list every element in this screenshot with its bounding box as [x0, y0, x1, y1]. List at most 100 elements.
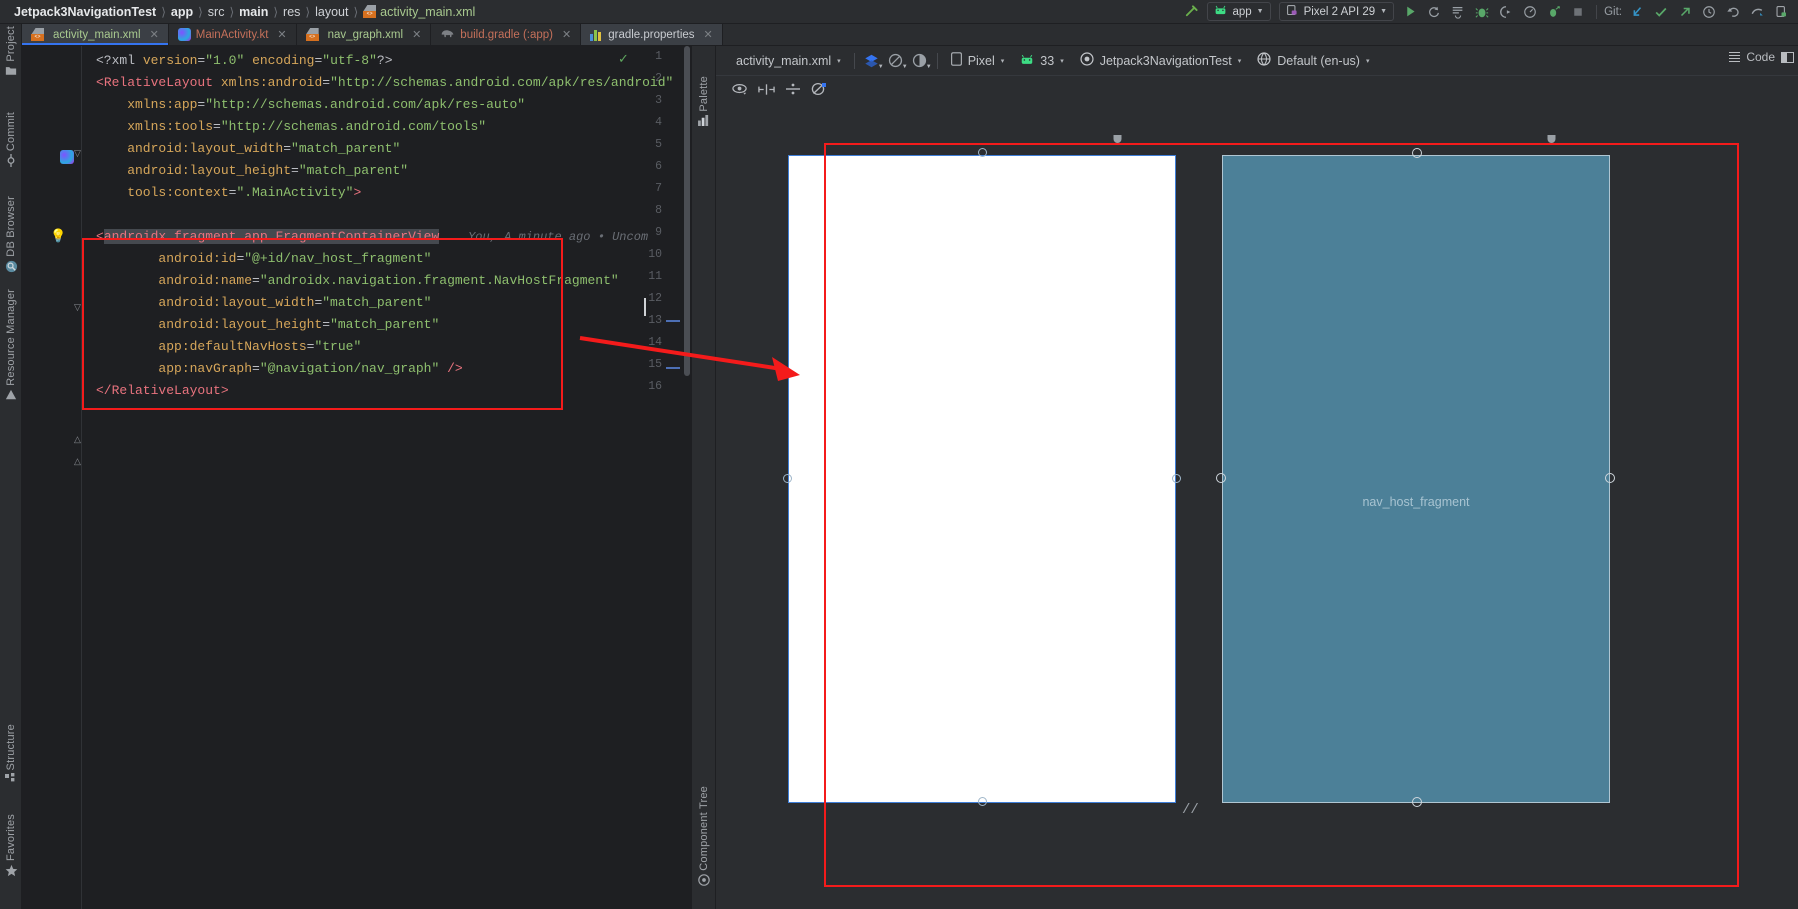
theme-selector[interactable]: Jetpack3NavigationTest ▾ [1072, 50, 1250, 72]
code-line[interactable]: android:id="@+id/nav_host_fragment" [96, 248, 431, 270]
code-line[interactable]: app:navGraph="@navigation/nav_graph" /> [96, 358, 462, 380]
code-line[interactable]: <?xml version="1.0" encoding="utf-8"?> [96, 50, 393, 72]
breadcrumb-item-app[interactable]: app [167, 5, 197, 19]
resize-handle-bottom[interactable] [1412, 797, 1422, 807]
tab-activity-main-xml[interactable]: activity_main.xml ✕ [22, 24, 169, 45]
code-text-area[interactable]: <?xml version="1.0" encoding="utf-8"?> <R… [50, 46, 692, 909]
code-line[interactable]: android:layout_height="match_parent" [96, 314, 439, 336]
rerun-icon[interactable] [1423, 2, 1445, 22]
resize-handle-left[interactable] [783, 474, 792, 483]
kotlin-gutter-icon[interactable] [60, 150, 74, 164]
code-line[interactable]: xmlns:tools="http://schemas.android.com/… [96, 116, 486, 138]
sidebar-item-resource-manager[interactable]: Resource Manager [0, 289, 22, 407]
code-token: "match_parent" [298, 163, 409, 178]
close-icon[interactable]: ✕ [150, 28, 159, 41]
resize-handle-top[interactable] [1412, 148, 1422, 158]
resize-handle-right[interactable] [1172, 474, 1181, 483]
sidebar-item-palette[interactable]: Palette [692, 76, 716, 132]
editor-gutter[interactable] [22, 46, 82, 909]
breadcrumb-item-res[interactable]: res [279, 5, 304, 19]
scrollbar-thumb[interactable] [684, 46, 690, 376]
history-icon[interactable] [1698, 2, 1720, 22]
resize-handle-right[interactable] [1605, 473, 1615, 483]
device-selector[interactable]: Pixel 2 API 29 ▼ [1278, 2, 1395, 21]
git-push-icon[interactable] [1674, 2, 1696, 22]
code-line[interactable]: tools:context=".MainActivity"> [96, 182, 361, 204]
close-icon[interactable]: ✕ [412, 28, 421, 41]
api-level-selector[interactable]: 33 ▾ [1012, 50, 1071, 72]
fold-marker-icon[interactable]: ▽ [74, 148, 81, 159]
debug-icon[interactable] [1471, 2, 1493, 22]
show-constraints-icon[interactable] [732, 83, 748, 96]
orientation-selector[interactable]: ▼ [884, 50, 908, 72]
breadcrumb-item-file[interactable]: activity_main.xml [359, 5, 479, 19]
code-line[interactable]: android:name="androidx.navigation.fragme… [96, 270, 618, 292]
align-horizontal-icon[interactable] [758, 83, 775, 96]
device-pin-icon[interactable] [1112, 134, 1123, 154]
intention-bulb-icon[interactable]: 💡 [50, 226, 66, 248]
tab-gradle-properties[interactable]: gradle.properties ✕ [581, 24, 723, 45]
fold-marker-icon[interactable]: ▽ [74, 302, 81, 313]
editor-scrollbar[interactable] [682, 46, 692, 909]
sidebar-item-commit[interactable]: Commit [0, 112, 22, 173]
design-mode-selector[interactable]: ▼ [860, 50, 884, 72]
code-editor[interactable]: ✓ 1 2 3 4 5 6 7 8 9 10 11 12 13 14 15 16 ▽ ▽ △ △ <?xml … [22, 46, 692, 909]
code-line[interactable]: android:layout_height="match_parent" [96, 160, 408, 182]
run-icon[interactable] [1399, 2, 1421, 22]
sidebar-item-structure[interactable]: Structure [0, 724, 22, 790]
fold-marker-icon[interactable]: △ [74, 434, 81, 445]
blueprint-preview-screen[interactable] [1222, 155, 1610, 803]
editor-view-switch[interactable]: Code [1729, 46, 1794, 68]
code-line[interactable]: </RelativeLayout> [96, 380, 229, 402]
search-everywhere-icon[interactable] [1746, 2, 1768, 22]
tab-mainactivity-kt[interactable]: MainActivity.kt ✕ [169, 24, 297, 45]
run-with-coverage-icon[interactable] [1447, 2, 1469, 22]
breadcrumb-separator: ⟩ [229, 4, 235, 19]
git-update-icon[interactable] [1626, 2, 1648, 22]
device-pin-icon[interactable] [1546, 134, 1557, 154]
profiler-icon[interactable] [1519, 2, 1541, 22]
code-line[interactable]: android:layout_width="match_parent" [96, 292, 431, 314]
night-mode-selector[interactable]: ▼ [908, 50, 932, 72]
run-configuration-selector[interactable]: app ▼ [1207, 2, 1271, 21]
resize-handle-left[interactable] [1216, 473, 1226, 483]
code-line[interactable]: 💡 <androidx.fragment.app.FragmentContaine… [50, 226, 648, 248]
build-hammer-icon[interactable] [1180, 2, 1202, 22]
breadcrumb-item-main[interactable]: main [235, 5, 272, 19]
breadcrumb-item-src[interactable]: src [204, 5, 229, 19]
align-vertical-icon[interactable] [785, 82, 801, 96]
sidebar-item-db-browser[interactable]: DB Browser [0, 196, 22, 279]
sidebar-item-project[interactable]: Project [0, 26, 22, 82]
clear-constraints-icon[interactable] [811, 82, 827, 96]
resize-handle-bottom[interactable] [978, 797, 987, 806]
close-icon[interactable]: ✕ [704, 28, 713, 41]
git-commit-icon[interactable] [1650, 2, 1672, 22]
canvas-resize-corner-icon[interactable]: // [1182, 802, 1199, 818]
profile-app-icon[interactable] [1543, 2, 1565, 22]
resize-handle-top[interactable] [978, 148, 987, 157]
tab-build-gradle-app[interactable]: build.gradle (:app) ✕ [431, 24, 582, 45]
tab-nav-graph-xml[interactable]: nav_graph.xml ✕ [297, 24, 432, 45]
code-token: android:layout_height [96, 163, 292, 178]
split-view-icon[interactable] [1781, 51, 1794, 63]
design-file-selector[interactable]: activity_main.xml ▾ [728, 50, 849, 72]
device-preview-selector[interactable]: Pixel ▾ [943, 50, 1013, 72]
device-manager-icon[interactable] [1770, 2, 1792, 22]
code-line[interactable]: <RelativeLayout xmlns:android="http://sc… [96, 72, 673, 94]
close-icon[interactable]: ✕ [562, 28, 571, 41]
code-line[interactable]: android:layout_width="match_parent" [96, 138, 400, 160]
locale-selector[interactable]: Default (en-us) ▾ [1249, 50, 1377, 72]
breadcrumb-item-layout[interactable]: layout [311, 5, 352, 19]
close-icon[interactable]: ✕ [277, 28, 286, 41]
undo-icon[interactable] [1722, 2, 1744, 22]
sidebar-item-component-tree[interactable]: Component Tree [692, 786, 716, 892]
fold-marker-icon[interactable]: △ [74, 456, 81, 467]
code-line[interactable]: xmlns:app="http://schemas.android.com/ap… [96, 94, 525, 116]
design-canvas[interactable]: nav_host_fragment // [716, 102, 1798, 909]
sidebar-item-favorites[interactable]: Favorites [0, 814, 22, 883]
code-token: android:id [96, 251, 237, 266]
code-view-icon[interactable] [1729, 51, 1741, 63]
code-line[interactable]: app:defaultNavHosts="true" [96, 336, 361, 358]
breadcrumb-item-project[interactable]: Jetpack3NavigationTest [10, 5, 160, 19]
attach-debugger-icon[interactable] [1495, 2, 1517, 22]
